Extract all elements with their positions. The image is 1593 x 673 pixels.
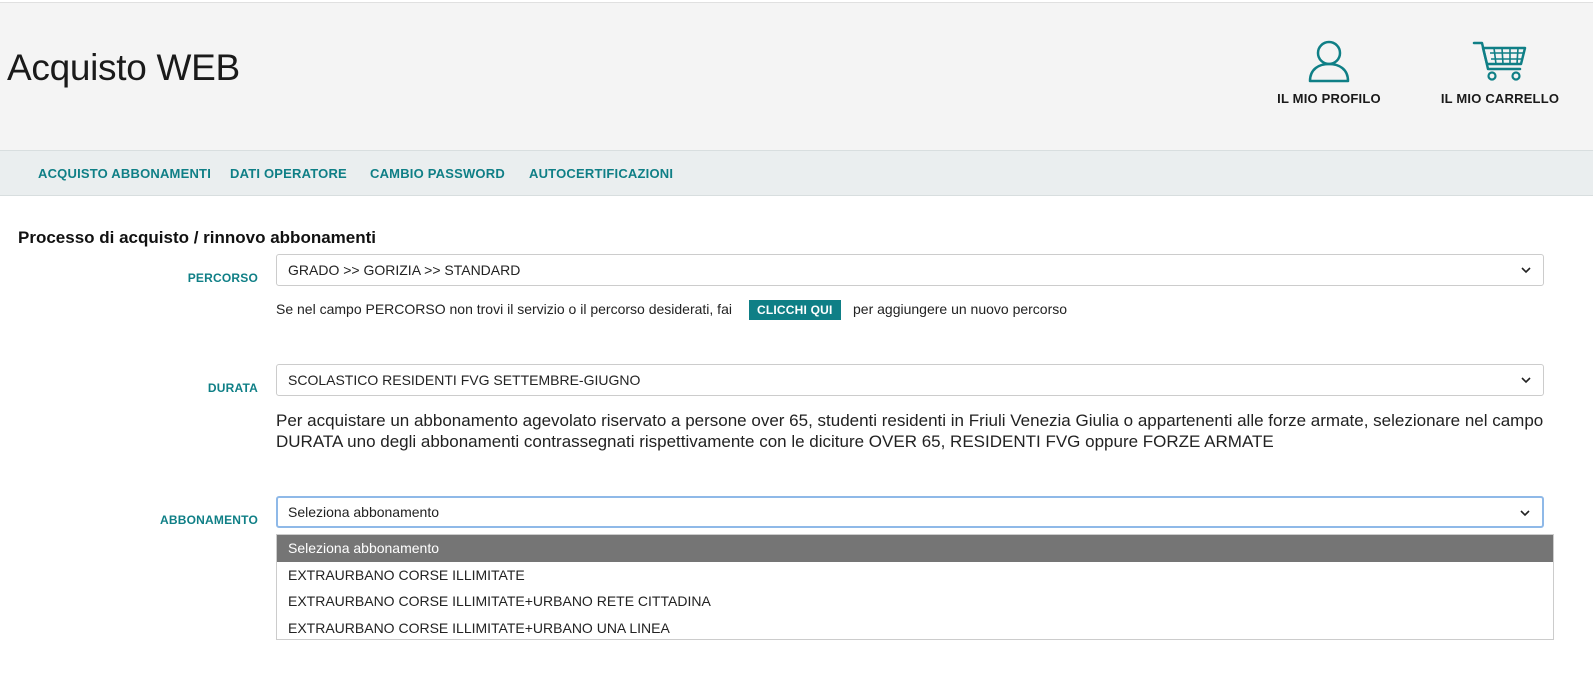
durata-label: DURATA (207, 381, 258, 395)
percorso-hint-after: per aggiungere un nuovo percorso (853, 301, 1068, 317)
abbonamento-value: Seleziona abbonamento (288, 504, 440, 520)
cart-label: IL MIO CARRELLO (1440, 91, 1560, 106)
profile-link[interactable]: IL MIO PROFILO (1259, 39, 1399, 106)
dropdown-option[interactable]: EXTRAURBANO CORSE ILLIMITATE+URBANO RETE… (277, 588, 1553, 615)
user-icon (1308, 40, 1350, 83)
chevron-down-icon (1520, 510, 1530, 517)
percorso-hint: Se nel campo PERCORSO non trovi il servi… (276, 301, 732, 317)
cart-icon (1472, 41, 1527, 81)
nav-cambio-password[interactable]: CAMBIO PASSWORD (370, 166, 505, 181)
cart-link[interactable]: IL MIO CARRELLO (1430, 39, 1570, 106)
durata-value: SCOLASTICO RESIDENTI FVG SETTEMBRE-GIUGN… (288, 372, 641, 388)
dropdown-option[interactable]: EXTRAURBANO CORSE ILLIMITATE+URBANO UNA … (277, 615, 1553, 642)
percorso-value: GRADO >> GORIZIA >> STANDARD (288, 262, 521, 278)
percorso-label: PERCORSO (187, 271, 258, 285)
chevron-down-icon (1521, 267, 1531, 274)
abbonamento-dropdown-list: Seleziona abbonamento EXTRAURBANO CORSE … (276, 534, 1554, 640)
abbonamento-select[interactable]: Seleziona abbonamento (276, 496, 1544, 528)
clicchi-qui-button[interactable]: CLICCHI QUI (749, 300, 841, 320)
chevron-down-icon (1521, 377, 1531, 384)
dropdown-option[interactable]: Seleziona abbonamento (277, 535, 1553, 562)
abbonamento-label: ABBONAMENTO (160, 513, 258, 527)
header: Acquisto WEB IL MIO PROFILO IL MIO CARRE… (0, 2, 1593, 150)
nav-autocertificazioni[interactable]: AUTOCERTIFICAZIONI (529, 166, 673, 181)
main-nav: ACQUISTO ABBONAMENTI DATI OPERATORE CAMB… (0, 150, 1593, 196)
nav-dati-operatore[interactable]: DATI OPERATORE (230, 166, 347, 181)
section-title: Processo di acquisto / rinnovo abbonamen… (18, 228, 377, 247)
durata-select[interactable]: SCOLASTICO RESIDENTI FVG SETTEMBRE-GIUGN… (276, 364, 1544, 396)
durata-info-text: Per acquistare un abbonamento agevolato … (276, 411, 1544, 451)
nav-acquisto-abbonamenti[interactable]: ACQUISTO ABBONAMENTI (38, 166, 211, 181)
dropdown-option[interactable]: EXTRAURBANO CORSE ILLIMITATE (277, 562, 1553, 589)
profile-label: IL MIO PROFILO (1277, 91, 1381, 106)
percorso-select[interactable]: GRADO >> GORIZIA >> STANDARD (276, 254, 1544, 286)
app-title: Acquisto WEB (7, 47, 240, 88)
